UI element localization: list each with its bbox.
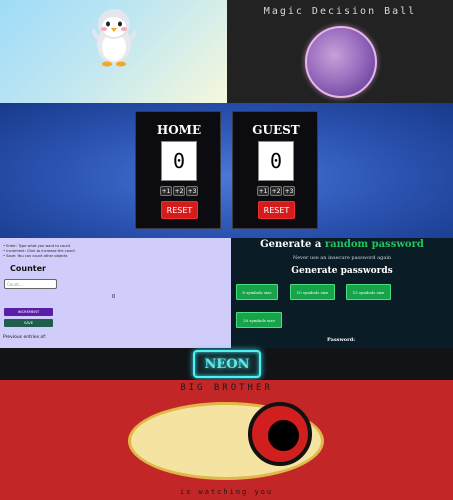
magic-ball[interactable] — [305, 26, 377, 98]
penguin-tile — [0, 0, 227, 103]
home-plus-2-button[interactable]: +2 — [173, 186, 185, 196]
counter-instructions: Enter: Type what you want to count Incre… — [3, 244, 75, 259]
password-title-prefix: Generate a — [260, 239, 322, 250]
home-label: HOME — [156, 123, 202, 137]
magic-ball-title: Magic Decision Ball — [263, 6, 417, 17]
guest-label: GUEST — [252, 123, 300, 137]
generate-10-button[interactable]: 10 symbols size — [290, 284, 335, 300]
home-plus-1-button[interactable]: +1 — [160, 186, 172, 196]
big-brother-tile: BIG BROTHER is watching you — [0, 380, 453, 500]
save-button[interactable]: SAVE — [4, 319, 53, 327]
password-title: Generate a random password — [231, 239, 453, 250]
scoreboard-tile: HOME 0 +1 +2 +3 RESET GUEST 0 +1 +2 +3 R… — [0, 103, 453, 238]
home-score: 0 — [161, 141, 197, 181]
generate-20-button[interactable]: 20 symbols size — [236, 312, 282, 328]
eye-pupil — [268, 420, 299, 451]
neon-tile: NEON — [0, 348, 453, 380]
guest-plus-2-button[interactable]: +2 — [270, 186, 282, 196]
eye-iris — [248, 402, 312, 466]
password-tile: Generate a random password Never use an … — [231, 238, 453, 348]
counter-title: Counter — [10, 264, 46, 273]
home-increment-group: +1 +2 +3 — [160, 186, 200, 196]
home-reset-button[interactable]: RESET — [161, 201, 198, 219]
guest-score: 0 — [258, 141, 294, 181]
guest-panel: GUEST 0 +1 +2 +3 RESET — [232, 111, 318, 229]
neon-sign: NEON — [193, 350, 261, 378]
guest-plus-1-button[interactable]: +1 — [257, 186, 269, 196]
penguin-illustration — [92, 9, 136, 67]
increment-button[interactable]: INCREMENT — [4, 308, 53, 316]
home-panel: HOME 0 +1 +2 +3 RESET — [135, 111, 221, 229]
guest-plus-3-button[interactable]: +3 — [283, 186, 295, 196]
guest-reset-button[interactable]: RESET — [258, 201, 295, 219]
big-brother-title: BIG BROTHER — [180, 383, 273, 393]
instruction-item: Save: You can count other objects — [3, 254, 75, 259]
counter-tile: Enter: Type what you want to count Incre… — [0, 238, 231, 348]
counter-input[interactable]: Count... — [4, 279, 57, 289]
password-output-label: Password: — [327, 337, 356, 343]
big-brother-caption: is watching you — [179, 488, 274, 496]
generate-8-button[interactable]: 8 symbols size — [236, 284, 278, 300]
password-title-accent: random password — [324, 239, 424, 250]
password-subtitle: Never use an insecure password again — [292, 255, 392, 261]
magic-ball-tile: Magic Decision Ball — [227, 0, 453, 103]
generate-15-button[interactable]: 15 symbols size — [346, 284, 391, 300]
guest-increment-group: +1 +2 +3 — [257, 186, 297, 196]
home-plus-3-button[interactable]: +3 — [186, 186, 198, 196]
password-heading: Generate passwords — [291, 266, 393, 276]
previous-entries-label: Previous entries of: — [3, 335, 47, 340]
counter-value: 0 — [112, 294, 116, 300]
